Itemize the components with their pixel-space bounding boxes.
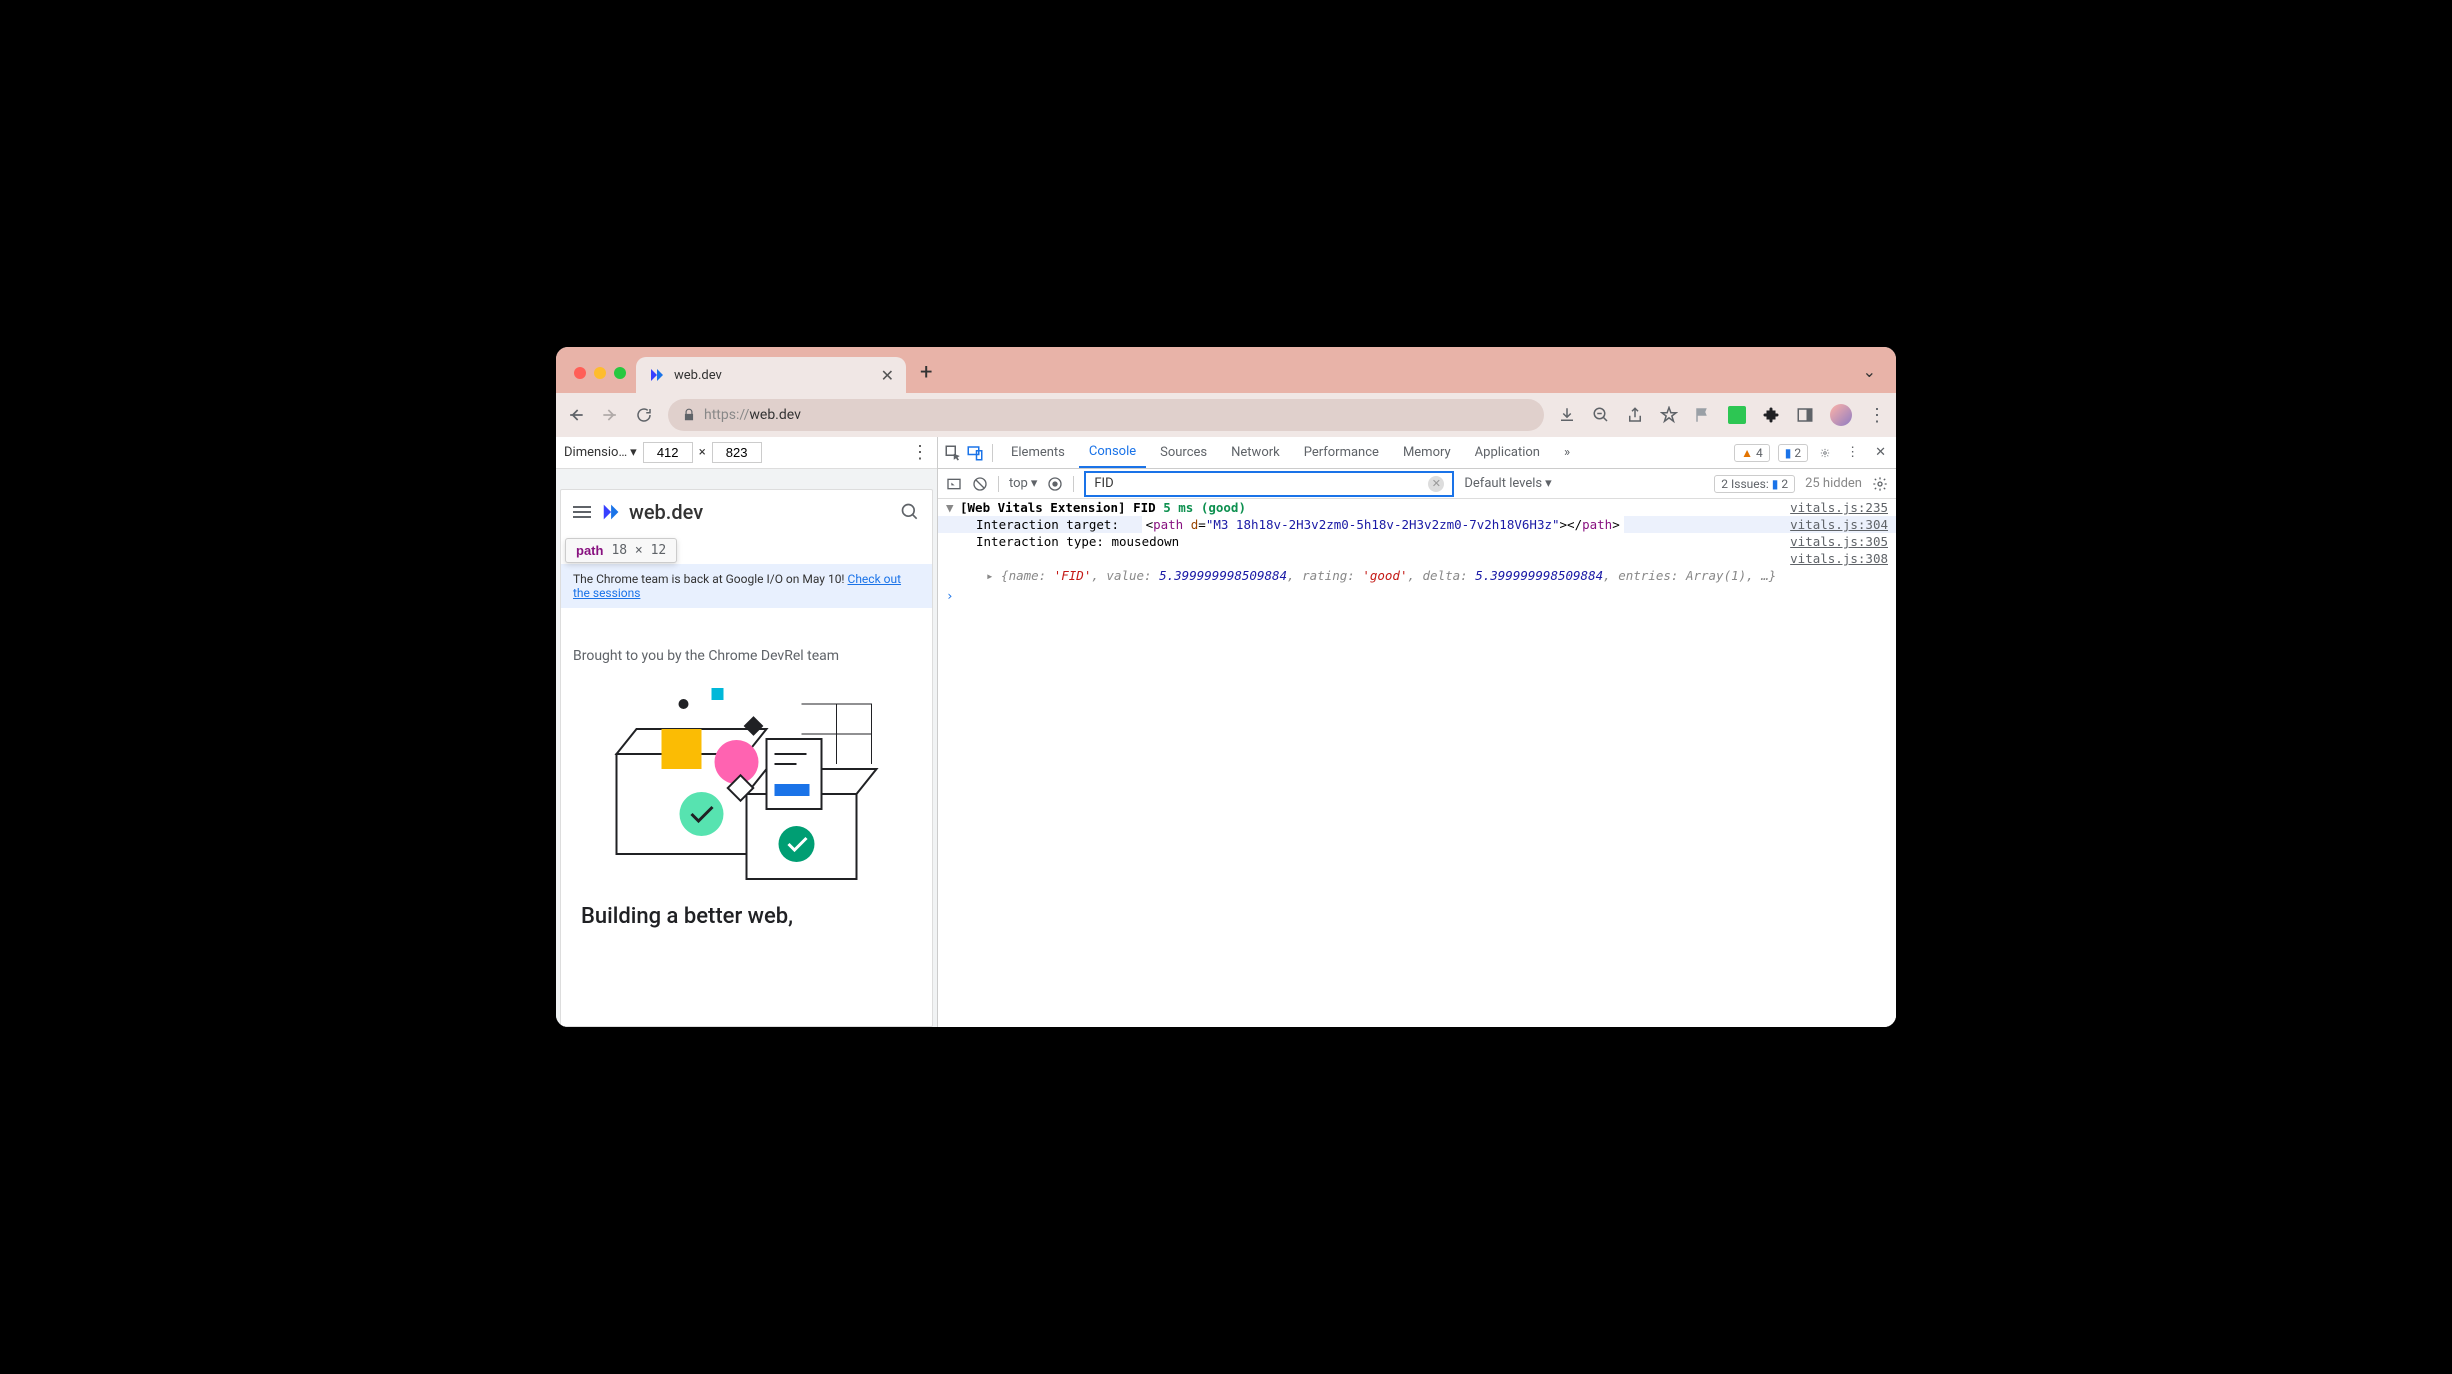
hero-subtitle: Brought to you by the Chrome DevRel team xyxy=(561,608,932,674)
tab-performance[interactable]: Performance xyxy=(1294,437,1389,468)
window-maximize-button[interactable] xyxy=(614,367,626,379)
flag-icon[interactable] xyxy=(1694,406,1712,424)
bookmark-icon[interactable] xyxy=(1660,406,1678,424)
tab-application[interactable]: Application xyxy=(1465,437,1550,468)
webdev-favicon-icon xyxy=(648,366,666,384)
source-link[interactable]: vitals.js:304 xyxy=(1790,517,1888,532)
tab-title: web.dev xyxy=(674,368,873,383)
webdev-logo[interactable]: web.dev xyxy=(601,500,703,524)
url-text: https://web.dev xyxy=(704,407,801,423)
devtools-more-button[interactable]: ⋮ xyxy=(1842,445,1863,460)
inspect-tooltip: path 18 × 12 xyxy=(565,538,677,563)
width-input[interactable] xyxy=(643,442,693,463)
tab-console[interactable]: Console xyxy=(1079,437,1146,468)
back-button[interactable] xyxy=(566,405,586,425)
menu-icon[interactable] xyxy=(573,506,591,518)
dimensions-dropdown[interactable]: Dimensio… ▾ xyxy=(564,445,637,460)
window-close-button[interactable] xyxy=(574,367,586,379)
url-toolbar: https://web.dev ⋮ xyxy=(556,393,1896,437)
source-link[interactable]: vitals.js:305 xyxy=(1790,534,1888,549)
log-levels-dropdown[interactable]: Default levels ▾ xyxy=(1464,476,1551,491)
share-icon[interactable] xyxy=(1626,406,1644,424)
clear-console-icon[interactable] xyxy=(972,476,988,492)
settings-icon[interactable] xyxy=(1816,444,1834,462)
hidden-count[interactable]: 25 hidden xyxy=(1805,476,1862,491)
search-icon[interactable] xyxy=(900,502,920,522)
log-object-expanded[interactable]: ▸ {name: 'FID', value: 5.399999998509884… xyxy=(938,567,1896,584)
tab-elements[interactable]: Elements xyxy=(1001,437,1075,468)
new-tab-button[interactable]: + xyxy=(906,360,946,393)
tabs-overflow[interactable]: » xyxy=(1554,437,1580,468)
chrome-menu-button[interactable]: ⋮ xyxy=(1868,405,1886,426)
console-toolbar: top ▾ FID ✕ Default levels ▾ 2 Issues: ▮… xyxy=(938,469,1896,499)
warnings-badge[interactable]: ▲4 xyxy=(1734,444,1770,462)
download-icon[interactable] xyxy=(1558,406,1576,424)
tab-network[interactable]: Network xyxy=(1221,437,1290,468)
console-filter-input[interactable]: FID ✕ xyxy=(1084,471,1454,497)
browser-tab[interactable]: web.dev ✕ xyxy=(636,357,906,393)
log-interaction-type[interactable]: Interaction type: mousedown vitals.js:30… xyxy=(938,533,1896,550)
device-toggle-icon[interactable] xyxy=(966,444,984,462)
issues-badge[interactable]: 2 Issues: ▮2 xyxy=(1714,475,1795,493)
toolbar-right: ⋮ xyxy=(1558,404,1886,426)
emulated-page: web.dev path 18 × 12 The Chrome team is … xyxy=(560,489,933,1027)
traffic-lights xyxy=(568,367,636,393)
clear-filter-button[interactable]: ✕ xyxy=(1428,476,1444,492)
height-input[interactable] xyxy=(712,442,762,463)
context-selector[interactable]: top ▾ xyxy=(1009,476,1037,491)
tab-sources[interactable]: Sources xyxy=(1150,437,1217,468)
toggle-sidebar-icon[interactable] xyxy=(946,476,962,492)
address-bar[interactable]: https://web.dev xyxy=(668,399,1544,431)
web-vitals-extension-icon[interactable] xyxy=(1728,406,1746,424)
lock-icon xyxy=(682,408,696,422)
dimensions-separator: × xyxy=(699,445,706,460)
announcement-banner: The Chrome team is back at Google I/O on… xyxy=(561,564,932,608)
zoom-icon[interactable] xyxy=(1592,406,1610,424)
inspect-element-icon[interactable] xyxy=(944,444,962,462)
console-output: ▼ [Web Vitals Extension] FID 5 ms (good)… xyxy=(938,499,1896,1027)
tooltip-element: path xyxy=(576,543,603,558)
devtools-close-button[interactable]: ✕ xyxy=(1871,445,1890,460)
forward-button[interactable] xyxy=(600,405,620,425)
devtools-tabs: Elements Console Sources Network Perform… xyxy=(938,437,1896,469)
source-link[interactable]: vitals.js:308 xyxy=(1790,551,1888,566)
window-minimize-button[interactable] xyxy=(594,367,606,379)
log-object-src[interactable]: vitals.js:308 xyxy=(938,550,1896,567)
device-more-button[interactable]: ⋮ xyxy=(911,442,929,463)
device-viewport: web.dev path 18 × 12 The Chrome team is … xyxy=(556,469,937,1027)
tab-memory[interactable]: Memory xyxy=(1393,437,1461,468)
console-prompt[interactable]: › xyxy=(938,584,1896,607)
page-header: web.dev xyxy=(561,490,932,534)
reload-button[interactable] xyxy=(634,405,654,425)
tab-close-button[interactable]: ✕ xyxy=(881,366,894,385)
extensions-icon[interactable] xyxy=(1762,406,1780,424)
webdev-logo-icon xyxy=(601,501,623,523)
live-expression-icon[interactable] xyxy=(1047,476,1063,492)
device-emulation-pane: Dimensio… ▾ × ⋮ web.dev xyxy=(556,437,938,1027)
tooltip-dimensions: 18 × 12 xyxy=(611,543,666,558)
log-group-header[interactable]: ▼ [Web Vitals Extension] FID 5 ms (good)… xyxy=(938,499,1896,516)
devtools-pane: Elements Console Sources Network Perform… xyxy=(938,437,1896,1027)
hero-heading: Building a better web, xyxy=(561,894,932,939)
console-settings-icon[interactable] xyxy=(1872,476,1888,492)
log-interaction-target[interactable]: Interaction target: <path d="M3 18h18v-2… xyxy=(938,516,1896,533)
profile-avatar[interactable] xyxy=(1830,404,1852,426)
device-toolbar: Dimensio… ▾ × ⋮ xyxy=(556,437,937,469)
source-link[interactable]: vitals.js:235 xyxy=(1790,500,1888,515)
messages-badge[interactable]: ▮2 xyxy=(1778,444,1808,462)
chrome-tab-bar: web.dev ✕ + ⌄ xyxy=(556,347,1896,393)
browser-window: web.dev ✕ + ⌄ https://web.dev ⋮ xyxy=(556,347,1896,1027)
tabs-overflow-button[interactable]: ⌄ xyxy=(1855,362,1884,393)
side-panel-icon[interactable] xyxy=(1796,406,1814,424)
hero-illustration xyxy=(581,684,912,884)
